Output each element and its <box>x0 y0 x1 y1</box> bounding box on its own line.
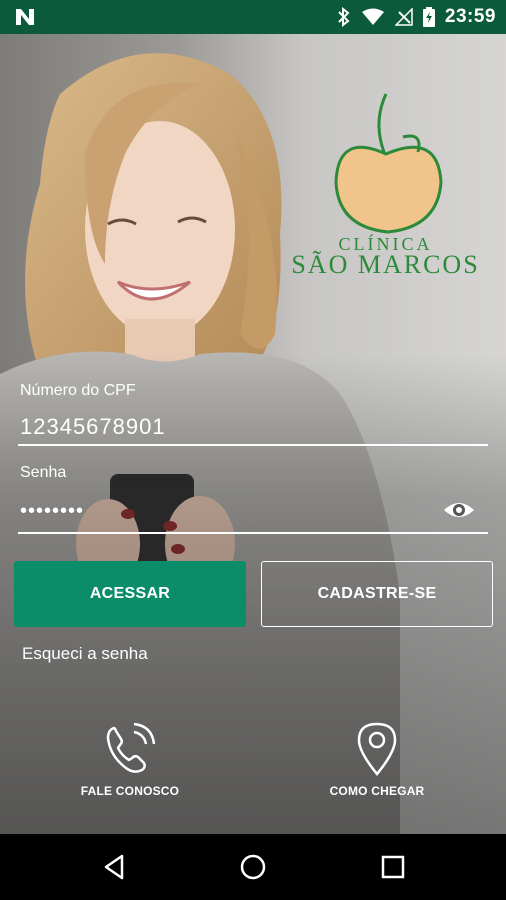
recents-icon[interactable] <box>378 852 408 882</box>
navigation-bar <box>0 834 506 900</box>
logo-name: SÃO MARCOS <box>291 250 480 279</box>
contact-label: FALE CONOSCO <box>80 784 180 798</box>
directions-action[interactable]: COMO CHEGAR <box>302 718 452 798</box>
login-button[interactable]: ACESSAR <box>14 561 246 627</box>
heart-logo-icon <box>334 93 443 234</box>
home-icon[interactable] <box>238 852 268 882</box>
phone-call-icon <box>106 722 156 773</box>
cpf-underline <box>18 444 488 446</box>
wifi-icon <box>361 8 384 25</box>
password-input[interactable]: •••••••• <box>20 500 84 523</box>
forgot-password-link[interactable]: Esqueci a senha <box>22 644 148 664</box>
password-underline <box>18 532 488 534</box>
bluetooth-icon <box>338 7 350 27</box>
location-pin-icon <box>357 722 397 776</box>
battery-charging-icon <box>422 7 435 27</box>
directions-label: COMO CHEGAR <box>329 784 425 798</box>
n-icon <box>16 9 34 25</box>
signal-off-icon <box>394 8 413 26</box>
status-bar: 23:59 <box>0 0 506 34</box>
cpf-label: Número do CPF <box>20 382 136 399</box>
back-icon[interactable] <box>100 852 130 882</box>
eye-icon[interactable] <box>442 498 476 522</box>
register-button[interactable]: CADASTRE-SE <box>261 561 493 627</box>
login-screen: CLÍNICA SÃO MARCOS Número do CPF 1234567… <box>0 34 506 834</box>
contact-action[interactable]: FALE CONOSCO <box>55 718 205 798</box>
cpf-input[interactable]: 12345678901 <box>20 414 166 440</box>
password-label: Senha <box>20 464 67 481</box>
clinic-logo: CLÍNICA SÃO MARCOS <box>278 92 493 282</box>
status-time: 23:59 <box>444 6 496 27</box>
